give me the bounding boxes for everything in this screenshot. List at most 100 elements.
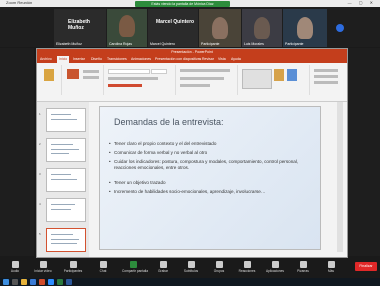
direction-buttons[interactable] — [180, 84, 210, 87]
slide-number: 3 — [39, 172, 41, 176]
slide-title: Demandas de la entrevista: — [114, 117, 224, 127]
word-icon[interactable] — [66, 279, 72, 285]
toolbar-label: Más — [327, 269, 335, 273]
thumb-line — [51, 144, 73, 145]
more-button[interactable]: Más — [320, 258, 342, 273]
ribbon-group-clipboard[interactable] — [39, 65, 62, 95]
align-buttons[interactable] — [180, 77, 224, 80]
participant-name: Participante — [285, 42, 304, 46]
thumb-line — [51, 209, 71, 210]
ribbon-group-slides[interactable] — [63, 65, 104, 95]
record-button[interactable]: Grabar — [152, 258, 174, 273]
ppt-title: Presentación - PowerPoint — [171, 50, 213, 54]
font-size-select[interactable] — [151, 69, 167, 74]
thumb-line — [51, 149, 79, 150]
tab-archivo[interactable]: Archivo — [40, 56, 52, 63]
share-screen-button[interactable]: Compartir pantalla — [122, 258, 149, 273]
quick-styles-icon[interactable] — [287, 69, 297, 81]
thumb-line — [51, 204, 75, 205]
slide-thumbnail[interactable] — [46, 108, 86, 132]
whiteboard-button[interactable]: Pizarras — [292, 258, 314, 273]
ppt-titlebar: Presentación - PowerPoint — [37, 49, 347, 56]
next-page-icon[interactable] — [336, 24, 344, 32]
slide-number: 5 — [39, 232, 41, 236]
zoom-icon[interactable] — [48, 279, 54, 285]
vertical-scrollbar[interactable] — [337, 102, 343, 252]
layout-button[interactable] — [83, 70, 99, 73]
end-meeting-button[interactable]: Finalizar — [355, 262, 377, 271]
excel-icon[interactable] — [57, 279, 63, 285]
new-slide-icon[interactable] — [67, 69, 79, 79]
participant-tile[interactable]: Marcel Quintero Marcel Quintero — [148, 9, 198, 47]
shapes-gallery[interactable] — [242, 69, 272, 89]
reactions-button[interactable]: Reacciones — [236, 258, 258, 273]
powerpoint-icon[interactable] — [39, 279, 45, 285]
apps-button[interactable]: Aplicaciones — [264, 258, 286, 273]
zoom-titlebar: Zoom Reunión Estás viendo la pantalla de… — [0, 0, 380, 7]
slide-bullet: Incremento de habilidades socio-emociona… — [109, 189, 304, 195]
slide-number: 2 — [39, 142, 41, 146]
participant-tile[interactable]: Luis Morales — [242, 9, 282, 47]
ribbon-group-font[interactable] — [105, 65, 176, 95]
participant-tile[interactable]: Participante — [199, 9, 241, 47]
participants-button[interactable]: Participantes — [62, 258, 84, 273]
participant-tile[interactable]: Elizabeth Muñoz Elizabeth Muñoz — [54, 9, 106, 47]
participant-tile[interactable]: Participante — [283, 9, 327, 47]
tab-inicio[interactable]: Inicio — [57, 56, 70, 63]
tab-transiciones[interactable]: Transiciones — [107, 56, 127, 63]
replace-button[interactable] — [314, 75, 338, 78]
tab-insertar[interactable]: Insertar — [73, 56, 85, 63]
ribbon-group-drawing[interactable] — [239, 65, 310, 95]
tab-animaciones[interactable]: Animaciones — [131, 56, 151, 63]
reset-button[interactable] — [83, 76, 99, 79]
tab-vista[interactable]: Vista — [218, 56, 226, 63]
slide-canvas[interactable]: Demandas de la entrevista: Tener claro e… — [99, 106, 321, 250]
mic-icon — [11, 261, 19, 268]
tab-ayuda[interactable]: Ayuda — [231, 56, 241, 63]
tab-diseno[interactable]: Diseño — [91, 56, 102, 63]
record-icon — [159, 261, 167, 268]
participant-video — [212, 17, 228, 39]
left-margin — [0, 48, 34, 256]
tab-presentacion[interactable]: Presentación con diapositivas — [155, 56, 201, 63]
thumb-line — [51, 153, 69, 154]
list-buttons[interactable] — [180, 69, 230, 72]
font-color-button[interactable] — [108, 84, 142, 87]
captions-button[interactable]: Subtítulos — [180, 258, 202, 273]
slide-thumbnail-selected[interactable] — [46, 228, 86, 252]
slide-thumbnail[interactable] — [46, 168, 86, 192]
window-controls[interactable]: — ▢ ✕ — [348, 0, 376, 5]
participant-tile[interactable]: Carolina Rojas — [107, 9, 147, 47]
breakout-button[interactable]: Grupos — [208, 258, 230, 273]
font-select[interactable] — [108, 69, 150, 74]
chat-button[interactable]: Chat — [92, 258, 114, 273]
slide-thumbnail[interactable] — [46, 138, 86, 162]
slide-thumbnail[interactable] — [46, 198, 86, 222]
video-icon — [39, 261, 47, 268]
toolbar-label: Compartir pantalla — [122, 269, 149, 273]
slide-number: 1 — [39, 112, 41, 116]
select-button[interactable] — [314, 81, 338, 84]
arrange-icon[interactable] — [274, 69, 284, 81]
participant-name-large: Elizabeth Muñoz — [68, 19, 90, 31]
slide-bullet: Comunicar de forma verbal y no verbal al… — [109, 150, 304, 156]
slide-bullet: Tener claro el propio contexto y el del … — [109, 141, 304, 147]
folder-icon[interactable] — [21, 279, 27, 285]
window-title: Zoom Reunión — [6, 0, 33, 5]
paste-icon[interactable] — [44, 69, 54, 81]
video-button[interactable]: Iniciar vídeo — [32, 258, 54, 273]
participant-name: Luis Morales — [244, 42, 264, 46]
slide-bullet: Cuidar los indicadores: postura, compost… — [109, 159, 304, 170]
toolbar-label: Participantes — [63, 269, 83, 273]
tab-revisar[interactable]: Revisar — [202, 56, 214, 63]
start-icon[interactable] — [3, 279, 9, 285]
search-icon[interactable] — [12, 279, 18, 285]
format-buttons[interactable] — [108, 77, 158, 80]
find-button[interactable] — [314, 69, 338, 72]
ribbon-group-paragraph[interactable] — [177, 65, 238, 95]
edge-icon[interactable] — [30, 279, 36, 285]
toolbar-label: Pizarras — [297, 269, 309, 273]
audio-button[interactable]: Audio — [4, 258, 26, 273]
ribbon-group-editing[interactable] — [311, 65, 343, 95]
more-icon — [327, 261, 335, 268]
